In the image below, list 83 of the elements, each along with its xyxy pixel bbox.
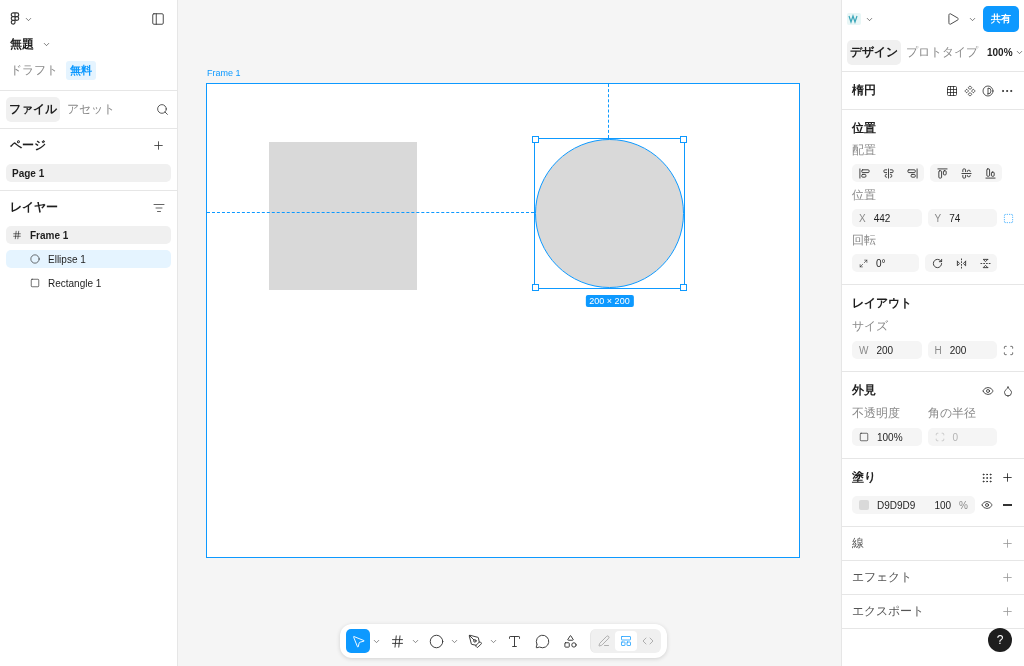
square-icon <box>30 278 40 288</box>
eye-icon <box>981 499 993 511</box>
shapes-icon <box>562 633 578 649</box>
circle-icon <box>428 633 444 649</box>
pen-icon <box>467 633 483 649</box>
rotation-field[interactable]: 0° <box>852 254 919 272</box>
panel-tab[interactable]: アセット <box>64 97 118 122</box>
section-heading: 塗り <box>852 469 876 486</box>
frame-icon <box>389 633 405 649</box>
resize-handle[interactable] <box>680 136 687 143</box>
fill-field[interactable]: D9D9D9 100 % <box>852 496 975 514</box>
y-field[interactable]: Y 74 <box>927 209 997 227</box>
section-heading[interactable]: エクスポート <box>852 603 924 620</box>
add-icon <box>1001 537 1014 550</box>
section-heading: 位置 <box>852 120 877 137</box>
x-field[interactable]: X 442 <box>852 209 922 227</box>
styles-icon <box>981 471 993 484</box>
layer-row[interactable]: Ellipse 1 <box>6 250 171 268</box>
field-caption: 配置 <box>852 142 877 159</box>
section-heading: 外見 <box>852 382 876 399</box>
zoom-level[interactable]: 100% <box>987 47 1013 58</box>
field-caption: 回転 <box>852 232 877 249</box>
plan-badge: 無料 <box>66 61 96 80</box>
layout-icon <box>620 635 632 647</box>
hash-icon <box>12 230 22 240</box>
pencil-icon <box>598 635 610 647</box>
circle-icon <box>30 254 40 264</box>
search-icon[interactable] <box>154 101 171 118</box>
file-title[interactable]: 無題 <box>10 36 34 53</box>
layer-row[interactable]: Rectangle 1 <box>6 274 171 292</box>
inspector-tab[interactable]: プロトタイプ <box>903 40 981 65</box>
width-field[interactable]: W 200 <box>852 341 922 359</box>
selection-title: 楕円 <box>852 82 876 99</box>
hex-value[interactable]: D9D9D9 <box>877 499 916 511</box>
corner-icon <box>934 432 945 442</box>
component-icon <box>964 84 976 97</box>
chevron-down-icon <box>42 40 51 49</box>
text-icon <box>506 633 522 649</box>
resize-handle[interactable] <box>532 284 539 291</box>
guide-line <box>608 84 609 138</box>
color-swatch[interactable] <box>859 500 869 510</box>
resize-handle[interactable] <box>532 136 539 143</box>
logo-icon[interactable] <box>10 12 20 26</box>
resize-handle[interactable] <box>680 284 687 291</box>
comment-icon <box>534 633 550 649</box>
pointer-icon <box>350 633 366 649</box>
percent-unit: % <box>959 499 968 511</box>
chevron-down-icon <box>1014 48 1024 57</box>
corner-radius-field: 0 <box>927 428 997 446</box>
opacity-field[interactable]: 100% <box>852 428 922 446</box>
field-caption: 位置 <box>852 187 877 204</box>
code-icon <box>642 635 654 647</box>
contrast-icon <box>982 84 994 97</box>
eye-icon <box>982 384 994 397</box>
resize-icon <box>1003 344 1014 356</box>
add-icon <box>1001 571 1014 584</box>
field-caption: 不透明度 <box>852 405 901 422</box>
grid-icon <box>946 84 958 97</box>
height-field[interactable]: H 200 <box>927 341 997 359</box>
section-heading[interactable]: 線 <box>852 535 864 552</box>
fill-opacity[interactable]: 100 <box>934 499 952 511</box>
section-heading: レイアウト <box>852 295 913 312</box>
layers-heading: レイヤー <box>10 199 58 216</box>
avatar-icon[interactable] <box>847 13 861 25</box>
pages-heading: ページ <box>10 137 46 154</box>
square-icon <box>859 432 869 442</box>
help-button[interactable]: ? <box>988 628 1012 652</box>
file-status: ドラフト <box>10 62 58 79</box>
panel-tab[interactable]: ファイル <box>6 97 60 122</box>
field-caption: サイズ <box>852 318 889 335</box>
page-row[interactable]: Page 1 <box>6 164 171 182</box>
angle-icon <box>859 258 868 268</box>
size-label: 200 × 200 <box>585 295 634 307</box>
add-icon <box>1001 605 1014 618</box>
constraints-icon <box>1003 212 1014 224</box>
sidebar-toggle-icon[interactable] <box>149 10 167 28</box>
inspector-tab[interactable]: デザイン <box>847 40 901 65</box>
layer-row[interactable]: Frame 1 <box>6 226 171 244</box>
droplet-icon <box>1002 384 1014 397</box>
pointer-tool[interactable] <box>346 629 370 653</box>
add-icon <box>1001 471 1014 484</box>
section-heading[interactable]: エフェクト <box>852 569 912 586</box>
field-caption: 角の半径 <box>927 405 977 422</box>
